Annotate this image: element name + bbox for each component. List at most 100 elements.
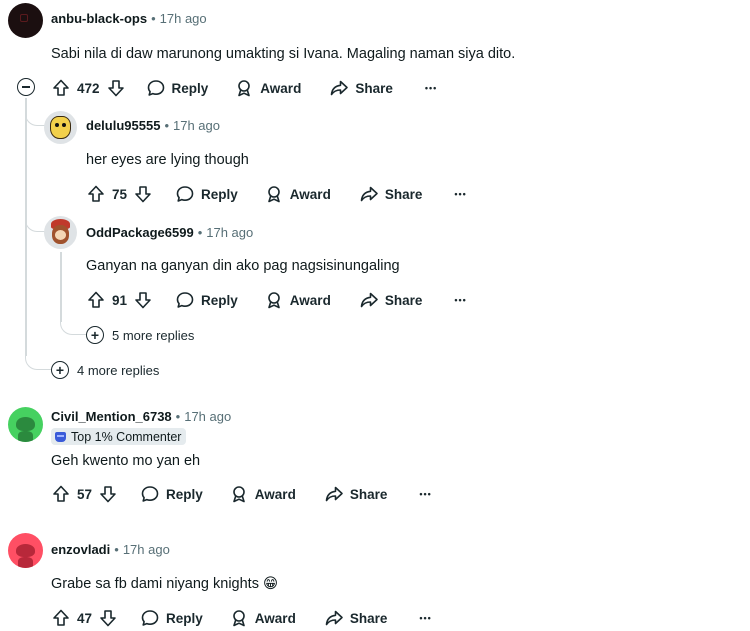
upvote-icon[interactable]: [51, 78, 71, 98]
upvote-icon[interactable]: [51, 484, 71, 504]
share-button[interactable]: Share: [359, 290, 423, 310]
comment-icon: [175, 184, 195, 204]
reply-button[interactable]: Reply: [140, 484, 203, 504]
vote-count: 472: [77, 80, 100, 96]
username[interactable]: delulu95555: [86, 118, 160, 133]
more-options-button[interactable]: •••: [454, 189, 466, 199]
more-replies-label: 5 more replies: [112, 327, 195, 343]
award-label: Award: [289, 292, 331, 308]
thread-curve: [25, 105, 45, 126]
separator: •: [151, 11, 156, 26]
more-replies-button[interactable]: + 4 more replies: [51, 361, 159, 379]
reply-button[interactable]: Reply: [175, 290, 238, 310]
downvote-icon[interactable]: [98, 608, 118, 628]
more-options-button[interactable]: •••: [419, 613, 431, 623]
thread-curve: [25, 210, 45, 232]
comment-icon: [146, 78, 166, 98]
award-button[interactable]: Award: [229, 484, 296, 504]
separator: •: [114, 542, 119, 557]
avatar[interactable]: [44, 216, 77, 249]
thread-line: [60, 252, 62, 322]
comment-header: Civil_Mention_6738 • 17h ago: [51, 409, 231, 424]
award-button[interactable]: Award: [234, 78, 301, 98]
award-label: Award: [254, 610, 296, 626]
share-button[interactable]: Share: [324, 484, 388, 504]
downvote-icon[interactable]: [106, 78, 126, 98]
upvote-icon[interactable]: [86, 184, 106, 204]
timestamp: 17h ago: [184, 409, 232, 424]
avatar[interactable]: [8, 533, 43, 568]
more-replies-button[interactable]: + 5 more replies: [86, 326, 194, 344]
award-icon: [229, 608, 249, 628]
share-label: Share: [349, 486, 388, 502]
reply-label: Reply: [201, 292, 238, 308]
award-label: Award: [289, 186, 331, 202]
share-button[interactable]: Share: [329, 78, 393, 98]
upvote-icon[interactable]: [51, 608, 71, 628]
comment-icon: [140, 484, 160, 504]
action-row: 47 Reply Award Share •••: [51, 606, 432, 630]
separator: •: [175, 409, 181, 424]
more-options-button[interactable]: •••: [454, 295, 466, 305]
badge-icon: [55, 431, 66, 442]
timestamp: 17h ago: [159, 11, 207, 26]
separator: •: [197, 225, 203, 240]
share-button[interactable]: Share: [359, 184, 422, 204]
downvote-icon[interactable]: [133, 290, 153, 310]
comment-text: her eyes are lying though: [86, 152, 249, 168]
comment-text: Ganyan na ganyan din ako pag nagsisinung…: [86, 258, 400, 274]
thread-curve: [60, 318, 86, 335]
share-icon: [359, 290, 379, 310]
award-label: Award: [260, 80, 302, 96]
action-row: 57 Reply Award Share •••: [51, 482, 432, 506]
reply-label: Reply: [201, 186, 238, 202]
reply-button[interactable]: Reply: [140, 608, 203, 628]
more-options-button[interactable]: •••: [425, 83, 437, 93]
reply-label: Reply: [166, 610, 203, 626]
reply-button[interactable]: Reply: [146, 78, 209, 98]
badge-label: Top 1% Commenter: [71, 429, 182, 444]
share-icon: [324, 608, 344, 628]
share-label: Share: [384, 292, 423, 308]
downvote-icon[interactable]: [98, 484, 118, 504]
username[interactable]: anbu-black-ops: [51, 11, 147, 26]
action-row: 91 Reply Award Share •••: [86, 288, 467, 312]
comment-header: enzovladi • 17h ago: [51, 542, 170, 557]
comment-icon: [140, 608, 160, 628]
comment-header: delulu95555 • 17h ago: [86, 118, 220, 133]
separator: •: [164, 118, 169, 133]
share-icon: [359, 184, 379, 204]
expand-icon: +: [86, 326, 104, 344]
username[interactable]: enzovladi: [51, 542, 110, 557]
comment-text: Sabi nila di daw marunong umakting si Iv…: [51, 46, 516, 62]
status-badge: Top 1% Commenter: [51, 428, 187, 445]
award-button[interactable]: Award: [264, 184, 331, 204]
username[interactable]: Civil_Mention_6738: [51, 409, 172, 424]
action-row: 75 Reply Award Share •••: [86, 182, 467, 206]
avatar[interactable]: [44, 111, 77, 144]
reply-button[interactable]: Reply: [175, 184, 238, 204]
award-button[interactable]: Award: [229, 608, 296, 628]
avatar[interactable]: [8, 407, 43, 442]
vote-count: 57: [77, 486, 93, 502]
downvote-icon[interactable]: [133, 184, 153, 204]
timestamp: 17h ago: [122, 542, 170, 557]
share-label: Share: [355, 80, 393, 96]
reply-label: Reply: [166, 486, 203, 502]
reply-label: Reply: [171, 80, 209, 96]
award-icon: [234, 78, 254, 98]
share-button[interactable]: Share: [324, 608, 388, 628]
comment-text: Grabe sa fb dami niyang knights 😁: [51, 576, 279, 592]
avatar[interactable]: [8, 3, 43, 38]
vote-count: 75: [112, 186, 128, 202]
award-icon: [229, 484, 249, 504]
vote-count: 91: [112, 292, 128, 308]
upvote-icon[interactable]: [86, 290, 106, 310]
collapse-icon[interactable]: [17, 78, 35, 96]
timestamp: 17h ago: [173, 118, 220, 133]
award-button[interactable]: Award: [264, 290, 331, 310]
more-options-button[interactable]: •••: [419, 489, 431, 499]
username[interactable]: OddPackage6599: [86, 225, 194, 240]
expand-icon: +: [51, 361, 69, 379]
share-label: Share: [349, 610, 388, 626]
